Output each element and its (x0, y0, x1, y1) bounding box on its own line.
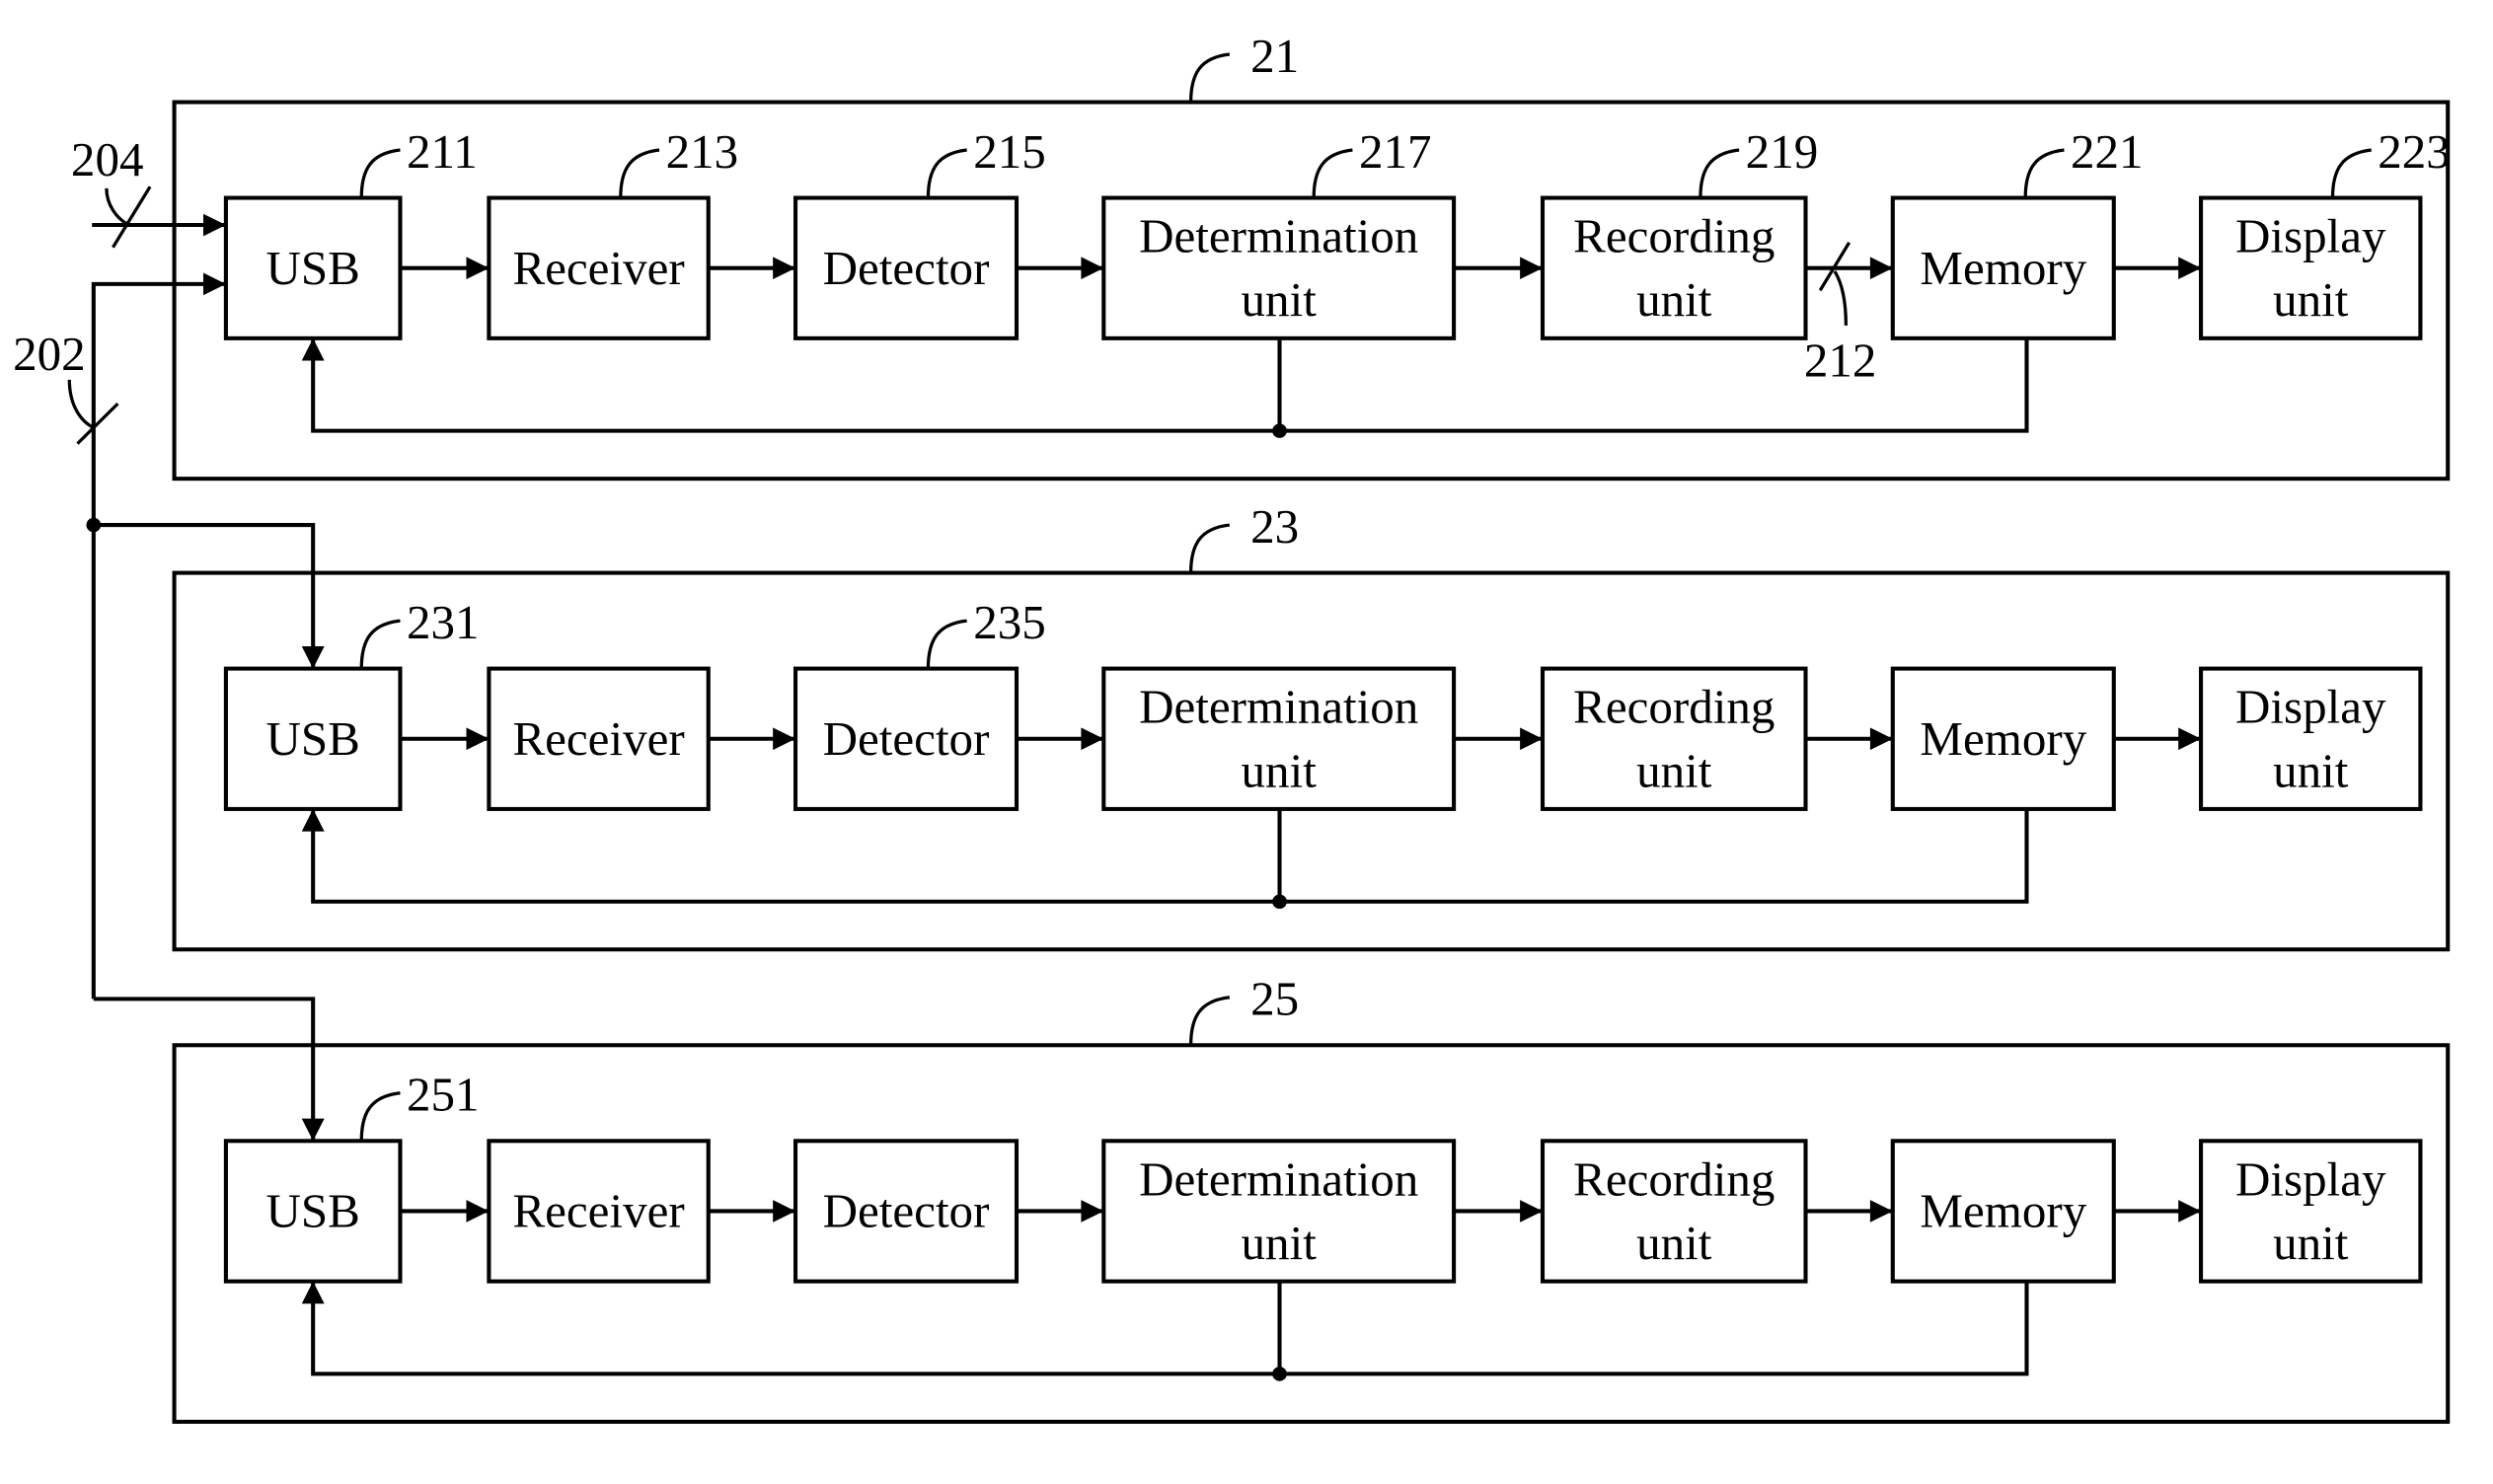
block-label-line1: Determination (1139, 210, 1418, 263)
block-determination-unit: Determination unit (1101, 1139, 1457, 1284)
leader-line (1188, 523, 1231, 573)
junction-dot (1272, 894, 1287, 909)
block-receiver: Receiver 213 (487, 125, 739, 340)
block-label: Receiver (512, 712, 684, 766)
block-label: USB (265, 712, 359, 766)
block-recording-unit: Recording unit 219 (1540, 125, 1819, 340)
leader-line (1312, 148, 1353, 198)
block-detector: Detector (793, 1139, 1020, 1284)
block-ref-label: 219 (1746, 125, 1819, 179)
leader-line (2023, 148, 2065, 198)
leader-line (359, 1091, 401, 1142)
bus-slash-202 (76, 403, 119, 445)
block-ref-label: 213 (666, 125, 739, 179)
module-ref-label: 23 (1250, 500, 1299, 554)
block-label-line2: unit (1242, 1217, 1318, 1270)
leader-line (105, 187, 130, 227)
block-label: Detector (823, 712, 990, 766)
module-23: 23 USB 231 Receiver Detector 235 Determination… (172, 500, 2451, 952)
block-label: Receiver (512, 1185, 684, 1238)
feedback-line (301, 808, 2029, 904)
block-usb: USB 251 (223, 1069, 480, 1284)
block-usb: USB 231 (223, 596, 480, 811)
block-ref-label: 235 (973, 596, 1046, 649)
block-label-line2: unit (2273, 273, 2349, 327)
block-label: Memory (1920, 242, 2086, 295)
block-ref-label: 217 (1359, 125, 1432, 179)
module-25: 25 USB 251 Receiver Detector Determination uni… (172, 973, 2451, 1424)
leader-line (1699, 148, 1740, 198)
block-label-line2: unit (1242, 745, 1318, 798)
block-ref-label: 221 (2071, 125, 2144, 179)
block-label-line2: unit (1636, 745, 1712, 798)
block-usb: USB 211 (223, 125, 478, 340)
block-label-line2: unit (1636, 1217, 1712, 1270)
input-202-branch-23 (93, 523, 325, 669)
leader-line (2330, 148, 2372, 198)
block-label: Receiver (512, 242, 684, 295)
block-memory: Memory (1890, 666, 2116, 811)
block-memory: Memory 221 (1890, 125, 2144, 340)
block-label: Detector (823, 1185, 990, 1238)
leader-line (359, 148, 401, 198)
block-ref-label: 231 (407, 596, 480, 649)
bus-ref-212: 212 (1804, 334, 1877, 388)
block-display-unit: Display unit 223 (2199, 125, 2451, 340)
block-label: USB (265, 1185, 359, 1238)
block-label-line2: unit (1636, 273, 1712, 327)
block-ref-label: 215 (973, 125, 1046, 179)
block-label-line1: Recording (1573, 210, 1775, 263)
leader-line (926, 619, 967, 669)
input-ref-202: 202 (13, 328, 86, 381)
leader-line (359, 619, 401, 669)
leader-line (926, 148, 967, 198)
block-label-line1: Determination (1139, 1153, 1418, 1207)
leader-line (1188, 52, 1231, 103)
block-ref-label: 223 (2378, 125, 2451, 179)
block-detector: Detector 235 (793, 596, 1046, 811)
module-ref-label: 21 (1250, 30, 1299, 83)
leader-line (1833, 270, 1849, 326)
input-202-trunk (91, 272, 226, 1000)
block-recording-unit: Recording unit (1540, 1139, 1808, 1284)
block-label-line1: Recording (1573, 681, 1775, 734)
block-receiver: Receiver (487, 666, 711, 811)
block-label-line1: Display (2235, 1153, 2386, 1207)
block-display-unit: Display unit (2199, 666, 2423, 811)
block-label-line1: Determination (1139, 681, 1418, 734)
block-label-line1: Display (2235, 681, 2386, 734)
module-21: 21 USB 211 Receiver 213 Detector 215 Determinat… (172, 30, 2451, 482)
modules-layer: 21 USB 211 Receiver 213 Detector 215 Determinat… (172, 30, 2451, 1424)
block-label: Memory (1920, 712, 2086, 766)
block-display-unit: Display unit (2199, 1139, 2423, 1284)
block-detector: Detector 215 (793, 125, 1046, 340)
block-label-line2: unit (2273, 1217, 2349, 1270)
junction-dot (1272, 423, 1287, 438)
feedback-line (301, 1281, 2029, 1376)
leader-line (67, 379, 95, 429)
junction-dot (1272, 1367, 1287, 1381)
leader-line (1188, 996, 1231, 1046)
block-label-line1: Display (2235, 210, 2386, 263)
block-ref-label: 251 (407, 1069, 480, 1122)
block-label: Memory (1920, 1185, 2086, 1238)
block-label-line2: unit (2273, 745, 2349, 798)
block-label-line2: unit (1242, 273, 1318, 327)
block-label-line1: Recording (1573, 1153, 1775, 1207)
block-label: USB (265, 242, 359, 295)
block-determination-unit: Determination unit 217 (1101, 125, 1457, 340)
block-ref-label: 211 (407, 125, 478, 179)
block-receiver: Receiver (487, 1139, 711, 1284)
feedback-line (301, 337, 2029, 433)
block-determination-unit: Determination unit (1101, 666, 1457, 811)
block-diagram: 21 USB 211 Receiver 213 Detector 215 Determinat… (13, 30, 2451, 1424)
block-label: Detector (823, 242, 990, 295)
module-ref-label: 25 (1250, 973, 1299, 1026)
block-recording-unit: Recording unit (1540, 666, 1808, 811)
leader-line (619, 148, 660, 198)
input-ref-204: 204 (71, 133, 144, 186)
input-202-branch-25 (93, 997, 325, 1142)
block-memory: Memory (1890, 1139, 2116, 1284)
